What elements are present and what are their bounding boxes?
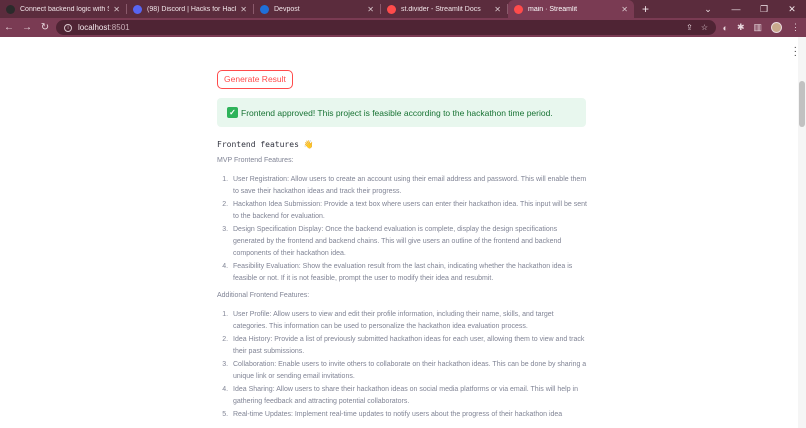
streamlit-icon bbox=[387, 4, 396, 14]
list-item: Idea Sharing: Allow users to share their… bbox=[230, 384, 587, 408]
additional-feature-list: User Profile: Allow users to view and ed… bbox=[217, 309, 587, 421]
additional-label: Additional Frontend Features: bbox=[217, 292, 310, 299]
url-port: :8501 bbox=[109, 23, 130, 32]
list-item: Real-time Updates: Implement real-time u… bbox=[230, 409, 587, 421]
share-icon[interactable]: ⇪ bbox=[686, 23, 693, 32]
close-tab-icon[interactable]: ✕ bbox=[621, 5, 628, 14]
section-heading-text: Frontend features bbox=[217, 140, 299, 149]
browser-tab-strip: Connect backend logic with Stre✕(98) Dis… bbox=[0, 0, 806, 18]
generate-result-button[interactable]: Generate Result bbox=[217, 70, 293, 89]
browser-tab[interactable]: Connect backend logic with Stre ✕ bbox=[0, 0, 126, 18]
window-controls: ⌄ — ❐ ✕ bbox=[694, 0, 806, 18]
bookmark-star-icon[interactable]: ☆ bbox=[701, 23, 708, 32]
browser-tab[interactable]: main · Streamlit ✕ bbox=[508, 0, 634, 18]
main-content: Generate Result ✓ Frontend approved! Thi… bbox=[217, 69, 587, 422]
close-window-icon[interactable]: ✕ bbox=[778, 4, 806, 15]
app-menu-icon[interactable]: · · · bbox=[794, 43, 797, 61]
browser-tab[interactable]: st.divider - Streamlit Docs ✕ bbox=[381, 0, 507, 18]
extension-icon[interactable]: ◐ bbox=[723, 23, 728, 33]
list-item: Feasibility Evaluation: Show the evaluat… bbox=[230, 261, 587, 285]
tab-list: Connect backend logic with Stre✕(98) Dis… bbox=[0, 0, 634, 18]
close-tab-icon[interactable]: ✕ bbox=[367, 5, 374, 14]
tab-title: Devpost bbox=[274, 5, 300, 13]
devpost-icon bbox=[260, 4, 269, 14]
new-tab-button[interactable]: + bbox=[634, 0, 657, 18]
extensions-puzzle-icon[interactable]: ✱ bbox=[737, 22, 745, 33]
list-item: Idea History: Provide a list of previous… bbox=[230, 334, 587, 358]
list-item: Design Specification Display: Once the b… bbox=[230, 224, 587, 260]
scrollbar-thumb[interactable] bbox=[799, 81, 805, 127]
streamlit-page: · · · Generate Result ✓ Frontend approved!… bbox=[0, 37, 806, 428]
success-message: Frontend approved! This project is feasi… bbox=[241, 107, 553, 118]
maximize-icon[interactable]: ❐ bbox=[750, 4, 778, 15]
browser-toolbar: ← → ↻ i localhost:8501 ⇪ ☆ ◐ ✱ ▥ ⋮ bbox=[0, 18, 806, 37]
waving-hand-icon: 👋 bbox=[303, 140, 314, 149]
url-host: localhost bbox=[78, 23, 110, 32]
browser-menu-icon[interactable]: ⋮ bbox=[791, 22, 800, 33]
browser-tab[interactable]: Devpost ✕ bbox=[254, 0, 380, 18]
forward-icon[interactable]: → bbox=[18, 22, 36, 33]
tab-search-icon[interactable]: ⌄ bbox=[694, 4, 722, 15]
list-item: Collaboration: Enable users to invite ot… bbox=[230, 359, 587, 383]
url-text: localhost:8501 bbox=[78, 23, 130, 32]
section-heading: Frontend features 👋 bbox=[217, 140, 587, 149]
tab-title: Connect backend logic with Stre bbox=[20, 5, 109, 13]
success-alert: ✓ Frontend approved! This project is fea… bbox=[217, 98, 586, 127]
browser-tab[interactable]: (98) Discord | Hacks for Hackers ✕ bbox=[127, 0, 253, 18]
streamlit-icon bbox=[514, 4, 523, 14]
toolbar-actions: ◐ ✱ ▥ ⋮ bbox=[723, 18, 800, 37]
mvp-label: MVP Frontend Features: bbox=[217, 157, 294, 164]
address-bar[interactable]: i localhost:8501 ⇪ ☆ bbox=[56, 20, 716, 35]
profile-avatar[interactable] bbox=[771, 22, 782, 33]
tab-title: st.divider - Streamlit Docs bbox=[401, 5, 481, 13]
close-tab-icon[interactable]: ✕ bbox=[113, 5, 120, 14]
list-item: User Profile: Allow users to view and ed… bbox=[230, 309, 587, 333]
reload-icon[interactable]: ↻ bbox=[36, 22, 54, 33]
tab-title: main · Streamlit bbox=[528, 5, 578, 13]
omnibox-actions: ⇪ ☆ bbox=[686, 20, 708, 35]
list-item: User Registration: Allow users to create… bbox=[230, 174, 587, 198]
list-item: Hackathon Idea Submission: Provide a tex… bbox=[230, 199, 587, 223]
close-tab-icon[interactable]: ✕ bbox=[240, 5, 247, 14]
tab-title: (98) Discord | Hacks for Hackers bbox=[147, 5, 236, 13]
check-icon: ✓ bbox=[227, 107, 238, 118]
github-icon bbox=[6, 4, 15, 14]
back-icon[interactable]: ← bbox=[0, 22, 18, 33]
scrollbar-track[interactable] bbox=[798, 37, 806, 428]
side-panel-icon[interactable]: ▥ bbox=[753, 22, 762, 33]
discord-icon bbox=[133, 4, 142, 14]
close-tab-icon[interactable]: ✕ bbox=[494, 5, 501, 14]
mvp-feature-list: User Registration: Allow users to create… bbox=[217, 174, 587, 285]
site-info-icon[interactable]: i bbox=[64, 23, 72, 32]
minimize-icon[interactable]: — bbox=[722, 4, 750, 14]
